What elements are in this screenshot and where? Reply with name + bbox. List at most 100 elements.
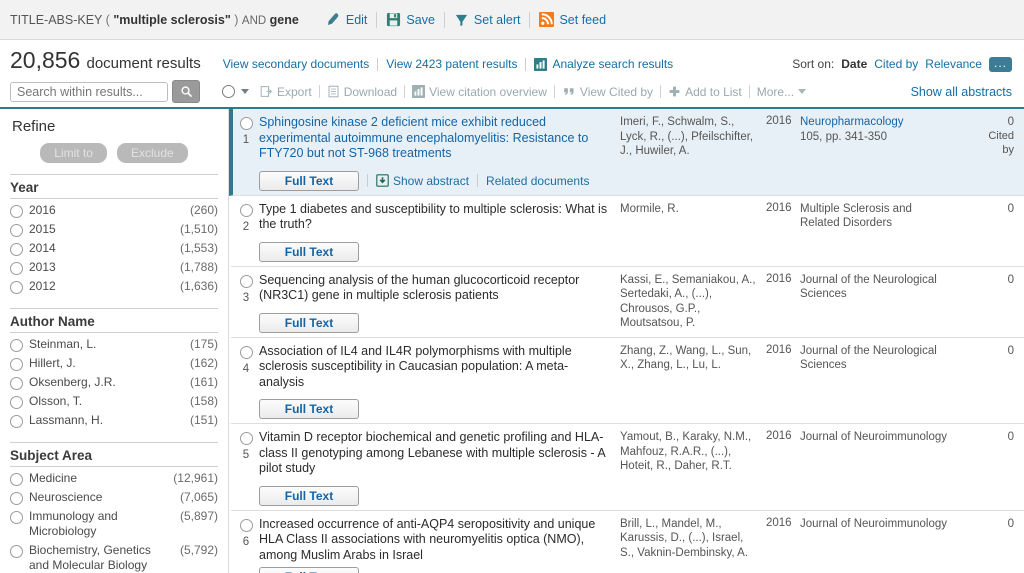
facet-row[interactable]: Olsson, T. (158) [10, 392, 218, 411]
facet-checkbox[interactable] [10, 473, 23, 486]
sort-option-relevance[interactable]: Relevance [925, 57, 982, 71]
results-header-links: View secondary documents View 2423 paten… [215, 57, 673, 71]
related-documents-link[interactable]: Related documents [478, 174, 597, 188]
sort-option-cited-by[interactable]: Cited by [874, 57, 918, 71]
edit-query-button[interactable]: Edit [317, 12, 377, 27]
row-number: 4 [242, 362, 250, 375]
more-sort-options-button[interactable]: ... [988, 56, 1012, 72]
search-within-input[interactable] [10, 81, 168, 102]
facet-checkbox[interactable] [10, 511, 23, 524]
search-within-submit-button[interactable] [172, 80, 200, 103]
sort-option-date[interactable]: Date [841, 57, 867, 71]
row-checkbox[interactable] [239, 117, 253, 130]
refine-title: Refine [12, 118, 56, 135]
authors-cell[interactable]: Brill, L., Mandel, M., Karussis, D., (..… [620, 517, 766, 573]
cited-by-count[interactable]: 0 [958, 344, 1014, 358]
facet-row[interactable]: 2013 (1,788) [10, 258, 218, 277]
row-checkbox[interactable] [239, 345, 253, 359]
facet-checkbox[interactable] [10, 545, 23, 558]
facet-count: (1,636) [179, 279, 218, 293]
facet-label: 2016 [29, 203, 56, 217]
export-button[interactable]: Export [253, 85, 319, 99]
table-row: 5 Vitamin D receptor biochemical and gen… [229, 424, 1024, 511]
analyze-search-results-link[interactable]: Analyze search results [552, 57, 673, 71]
row-checkbox[interactable] [239, 518, 253, 532]
row-checkbox[interactable] [239, 432, 253, 445]
facet-row[interactable]: Hillert, J. (162) [10, 354, 218, 373]
facet-checkbox[interactable] [10, 377, 23, 390]
facet-row[interactable]: Biochemistry, Genetics and Molecular Bio… [10, 541, 218, 573]
page-content: Refine Limit to Exclude Year 2016 (260) … [0, 109, 1024, 573]
authors-cell[interactable]: Zhang, Z., Wang, L., Sun, X., Zhang, L.,… [620, 344, 766, 420]
exclude-button[interactable]: Exclude [116, 143, 188, 163]
facet-row[interactable]: Steinman, L. (175) [10, 335, 218, 354]
document-title-link[interactable]: Type 1 diabetes and susceptibility to mu… [259, 202, 612, 233]
select-all-checkbox[interactable] [222, 85, 235, 98]
facet-checkbox[interactable] [10, 358, 23, 371]
full-text-button[interactable]: Full Text [259, 399, 359, 419]
facet-row[interactable]: Oksenberg, J.R. (161) [10, 373, 218, 392]
cited-by-count[interactable]: 0 [958, 202, 1014, 216]
facet-checkbox[interactable] [10, 415, 23, 428]
full-text-button[interactable]: Full Text [259, 241, 359, 262]
document-title-link[interactable]: Vitamin D receptor biochemical and genet… [259, 430, 612, 477]
facet-checkbox[interactable] [10, 262, 23, 275]
facet-row[interactable]: 2014 (1,553) [10, 239, 218, 258]
set-feed-button[interactable]: Set feed [530, 12, 615, 27]
facet-row[interactable]: 2012 (1,636) [10, 277, 218, 296]
authors-cell[interactable]: Yamout, B., Karaky, N.M., Mahfouz, R.A.R… [620, 430, 766, 506]
authors-cell[interactable]: Imeri, F., Schwalm, S., Lyck, R., (...),… [620, 115, 766, 191]
facet-row[interactable]: Medicine (12,961) [10, 469, 218, 488]
document-title-link[interactable]: Sphingosine kinase 2 deficient mice exhi… [259, 115, 612, 162]
cited-by-count[interactable]: 0 [958, 517, 1014, 531]
view-cited-by-button[interactable]: View Cited by [555, 85, 660, 99]
add-to-list-button[interactable]: Add to List [661, 85, 749, 99]
facet-row[interactable]: Neuroscience (7,065) [10, 488, 218, 507]
facet-count: (158) [189, 394, 218, 408]
document-title-link[interactable]: Increased occurrence of anti-AQP4 seropo… [259, 517, 612, 564]
view-patent-results-link[interactable]: View 2423 patent results [378, 57, 525, 71]
facet-checkbox[interactable] [10, 205, 23, 218]
source-title-link[interactable]: Neuropharmacology [800, 115, 952, 130]
full-text-button[interactable]: Full Text [259, 312, 359, 333]
facet-checkbox[interactable] [10, 281, 23, 294]
cited-by-count[interactable]: 0 [958, 115, 1014, 129]
document-title-link[interactable]: Sequencing analysis of the human glucoco… [259, 273, 612, 304]
cited-by-count[interactable]: 0 [958, 273, 1014, 287]
set-alert-button[interactable]: Set alert [445, 12, 530, 27]
cited-by-count[interactable]: 0 [958, 430, 1014, 444]
full-text-button[interactable]: Full Text [259, 170, 359, 191]
sort-controls: Sort on: Date Cited by Relevance ... [792, 56, 1014, 72]
facet-row[interactable]: Immunology and Microbiology (5,897) [10, 507, 218, 541]
document-title-link[interactable]: Association of IL4 and IL4R polymorphism… [259, 344, 612, 391]
source-detail: 105, pp. 341-350 [800, 130, 887, 143]
source-cell: Journal of the Neurological Sciences [800, 344, 958, 420]
facet-checkbox[interactable] [10, 339, 23, 352]
facet-checkbox[interactable] [10, 224, 23, 237]
facet-checkbox[interactable] [10, 243, 23, 256]
full-text-button[interactable]: Full Text [259, 485, 359, 506]
authors-cell[interactable]: Kassi, E., Semaniakou, A., Sertedaki, A.… [620, 273, 766, 333]
facet-label: 2014 [29, 241, 56, 255]
facet-count: (151) [189, 413, 218, 427]
full-text-button[interactable]: Full Text [259, 567, 359, 573]
facet-row[interactable]: 2015 (1,510) [10, 220, 218, 239]
view-secondary-documents-link[interactable]: View secondary documents [215, 57, 378, 71]
more-actions-button[interactable]: More... [750, 85, 813, 99]
row-checkbox[interactable] [239, 203, 253, 217]
facet-checkbox[interactable] [10, 396, 23, 409]
facet-row[interactable]: Lassmann, H. (151) [10, 411, 218, 430]
query-term-2: gene [269, 12, 299, 27]
limit-to-button[interactable]: Limit to [40, 143, 107, 163]
download-button[interactable]: Download [320, 85, 404, 99]
save-query-button[interactable]: Save [377, 12, 444, 27]
select-all-dropdown-icon[interactable] [241, 89, 249, 94]
show-abstract-link[interactable]: Show abstract [393, 174, 469, 188]
facet-checkbox[interactable] [10, 492, 23, 505]
authors-cell[interactable]: Mormile, R. [620, 202, 766, 262]
row-checkbox[interactable] [239, 274, 253, 288]
result-count-label: document results [86, 55, 201, 72]
facet-row[interactable]: 2016 (260) [10, 201, 218, 220]
show-all-abstracts-link[interactable]: Show all abstracts [911, 85, 1014, 99]
view-citation-overview-button[interactable]: View citation overview [405, 85, 554, 99]
